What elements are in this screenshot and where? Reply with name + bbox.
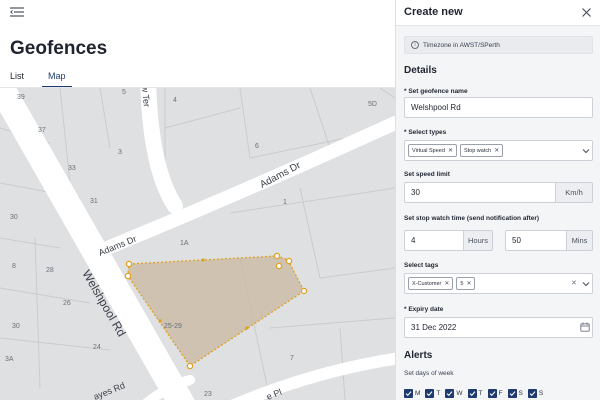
day-label: T xyxy=(478,390,483,397)
menu-icon xyxy=(10,7,24,17)
tag-chip-5: 5 ✕ xyxy=(456,277,476,290)
map-view[interactable]: Welshpool Rd Adams Dr Adams Dr w Ter aye… xyxy=(0,88,395,400)
day-label: S xyxy=(538,390,544,397)
view-tabs: List Map xyxy=(10,71,72,88)
mins-input[interactable]: 50 xyxy=(505,230,567,251)
chip-remove-icon[interactable]: ✕ xyxy=(494,147,499,154)
speed-unit: Km/h xyxy=(556,182,593,203)
lot-number: 7 xyxy=(290,355,294,362)
road-label-hayes: ayes Rd xyxy=(92,380,126,400)
lot-number: 28 xyxy=(46,267,54,274)
speed-limit-input[interactable]: 30 xyxy=(404,182,556,203)
day-label: T xyxy=(436,390,441,397)
lot-number: 3A xyxy=(5,356,14,363)
lot-number: 25-29 xyxy=(164,323,182,330)
road-label-ter: w Ter xyxy=(140,88,152,107)
close-icon xyxy=(581,7,591,17)
lot-number: 3 xyxy=(118,149,122,156)
lot-number: 33 xyxy=(68,165,76,172)
day-checkbox-saturday[interactable]: S xyxy=(507,389,523,398)
alerts-heading: Alerts xyxy=(404,350,433,361)
lot-number: 24 xyxy=(93,344,101,351)
timezone-text: Timezone in AWST/SPerth xyxy=(423,41,500,49)
tags-label: Select tags xyxy=(404,262,439,269)
chip-remove-icon[interactable]: ✕ xyxy=(444,280,449,287)
checkbox-checked-icon xyxy=(507,389,517,398)
menu-toggle-button[interactable] xyxy=(8,4,26,20)
expiry-date-label: * Expiry date xyxy=(404,306,444,313)
checkbox-checked-icon xyxy=(425,389,435,398)
chip-remove-icon[interactable]: ✕ xyxy=(466,280,471,287)
days-of-week-label: Set days of week xyxy=(404,370,454,377)
lot-number: 26 xyxy=(63,300,71,307)
tab-map[interactable]: Map xyxy=(42,71,72,88)
hours-unit: Hours xyxy=(464,230,493,251)
timezone-notice: i Timezone in AWST/SPerth xyxy=(404,36,593,54)
checkbox-checked-icon xyxy=(487,389,497,398)
hours-input[interactable]: 4 xyxy=(404,230,464,251)
tab-list[interactable]: List xyxy=(10,71,24,88)
expiry-date-input[interactable]: 31 Dec 2022 xyxy=(404,317,593,338)
details-heading: Details xyxy=(404,65,437,76)
checkbox-checked-icon xyxy=(404,389,413,398)
day-checkbox-wednesday[interactable]: W xyxy=(445,389,463,398)
day-label: S xyxy=(518,390,523,397)
checkbox-checked-icon xyxy=(527,389,537,398)
stopwatch-label: Set stop watch time (send notification a… xyxy=(404,215,540,222)
day-checkbox-sunday[interactable]: S xyxy=(527,389,544,398)
types-label: * Select types xyxy=(404,129,447,136)
create-geofence-panel: Create new i Timezone in AWST/SPerth Det… xyxy=(395,0,600,400)
lot-number: 4 xyxy=(173,97,177,104)
types-select[interactable]: Virtual Speed ✕ Stop watch ✕ xyxy=(404,140,593,161)
lot-number: 30 xyxy=(12,323,20,330)
chip-remove-icon[interactable]: ✕ xyxy=(448,147,453,154)
checkbox-checked-icon xyxy=(467,389,477,398)
panel-title: Create new xyxy=(404,6,463,18)
lot-number: 1 xyxy=(283,199,287,206)
lot-number: 39 xyxy=(17,94,25,101)
map-canvas[interactable]: Welshpool Rd Adams Dr Adams Dr w Ter aye… xyxy=(0,88,395,400)
geofence-name-label: * Set geofence name xyxy=(404,88,468,95)
day-label: M xyxy=(415,390,421,397)
clear-tags-icon[interactable]: ✕ xyxy=(571,279,577,287)
app-main: Geofences List Map Welshpool Rd Adams Dr… xyxy=(0,0,395,400)
chip-label: Stop watch xyxy=(463,147,492,154)
day-label: W xyxy=(456,390,463,397)
geofence-name-input[interactable]: Welshpool Rd xyxy=(404,97,593,118)
mins-unit: Mins xyxy=(567,230,593,251)
lot-number: 6 xyxy=(255,143,259,150)
calendar-icon[interactable] xyxy=(580,322,590,332)
close-button[interactable] xyxy=(579,5,593,19)
speed-limit-label: Set speed limit xyxy=(404,171,450,178)
chevron-down-icon[interactable] xyxy=(582,280,590,288)
tag-chip-x-customer: X-Customer ✕ xyxy=(408,277,454,290)
chip-label: 5 xyxy=(460,280,464,287)
lot-number: 1A xyxy=(180,240,189,247)
day-checkbox-monday[interactable]: M xyxy=(404,389,420,398)
lot-number: 31 xyxy=(90,198,98,205)
info-icon: i xyxy=(411,41,419,49)
lot-number: 37 xyxy=(38,127,46,134)
checkbox-checked-icon xyxy=(445,389,455,398)
chevron-down-icon[interactable] xyxy=(582,147,590,155)
lot-number: 30 xyxy=(10,214,18,221)
page-title: Geofences xyxy=(10,38,108,59)
day-checkbox-thursday[interactable]: T xyxy=(467,389,483,398)
tags-select[interactable]: X-Customer ✕ 5 ✕ xyxy=(404,273,593,294)
days-of-week: M T W T F S S xyxy=(404,389,543,398)
lot-number: 5D xyxy=(368,101,377,108)
day-checkbox-friday[interactable]: F xyxy=(487,389,503,398)
panel-header: Create new xyxy=(396,0,600,26)
lot-number: 8 xyxy=(12,263,16,270)
lot-number: 5 xyxy=(122,89,126,96)
day-label: F xyxy=(498,390,503,397)
type-chip-virtual-speed: Virtual Speed ✕ xyxy=(408,144,457,157)
type-chip-stop-watch: Stop watch ✕ xyxy=(459,144,504,157)
chip-label: X-Customer xyxy=(412,280,442,287)
day-checkbox-tuesday[interactable]: T xyxy=(425,389,440,398)
chip-label: Virtual Speed xyxy=(412,147,445,154)
lot-number: 23 xyxy=(204,391,212,398)
